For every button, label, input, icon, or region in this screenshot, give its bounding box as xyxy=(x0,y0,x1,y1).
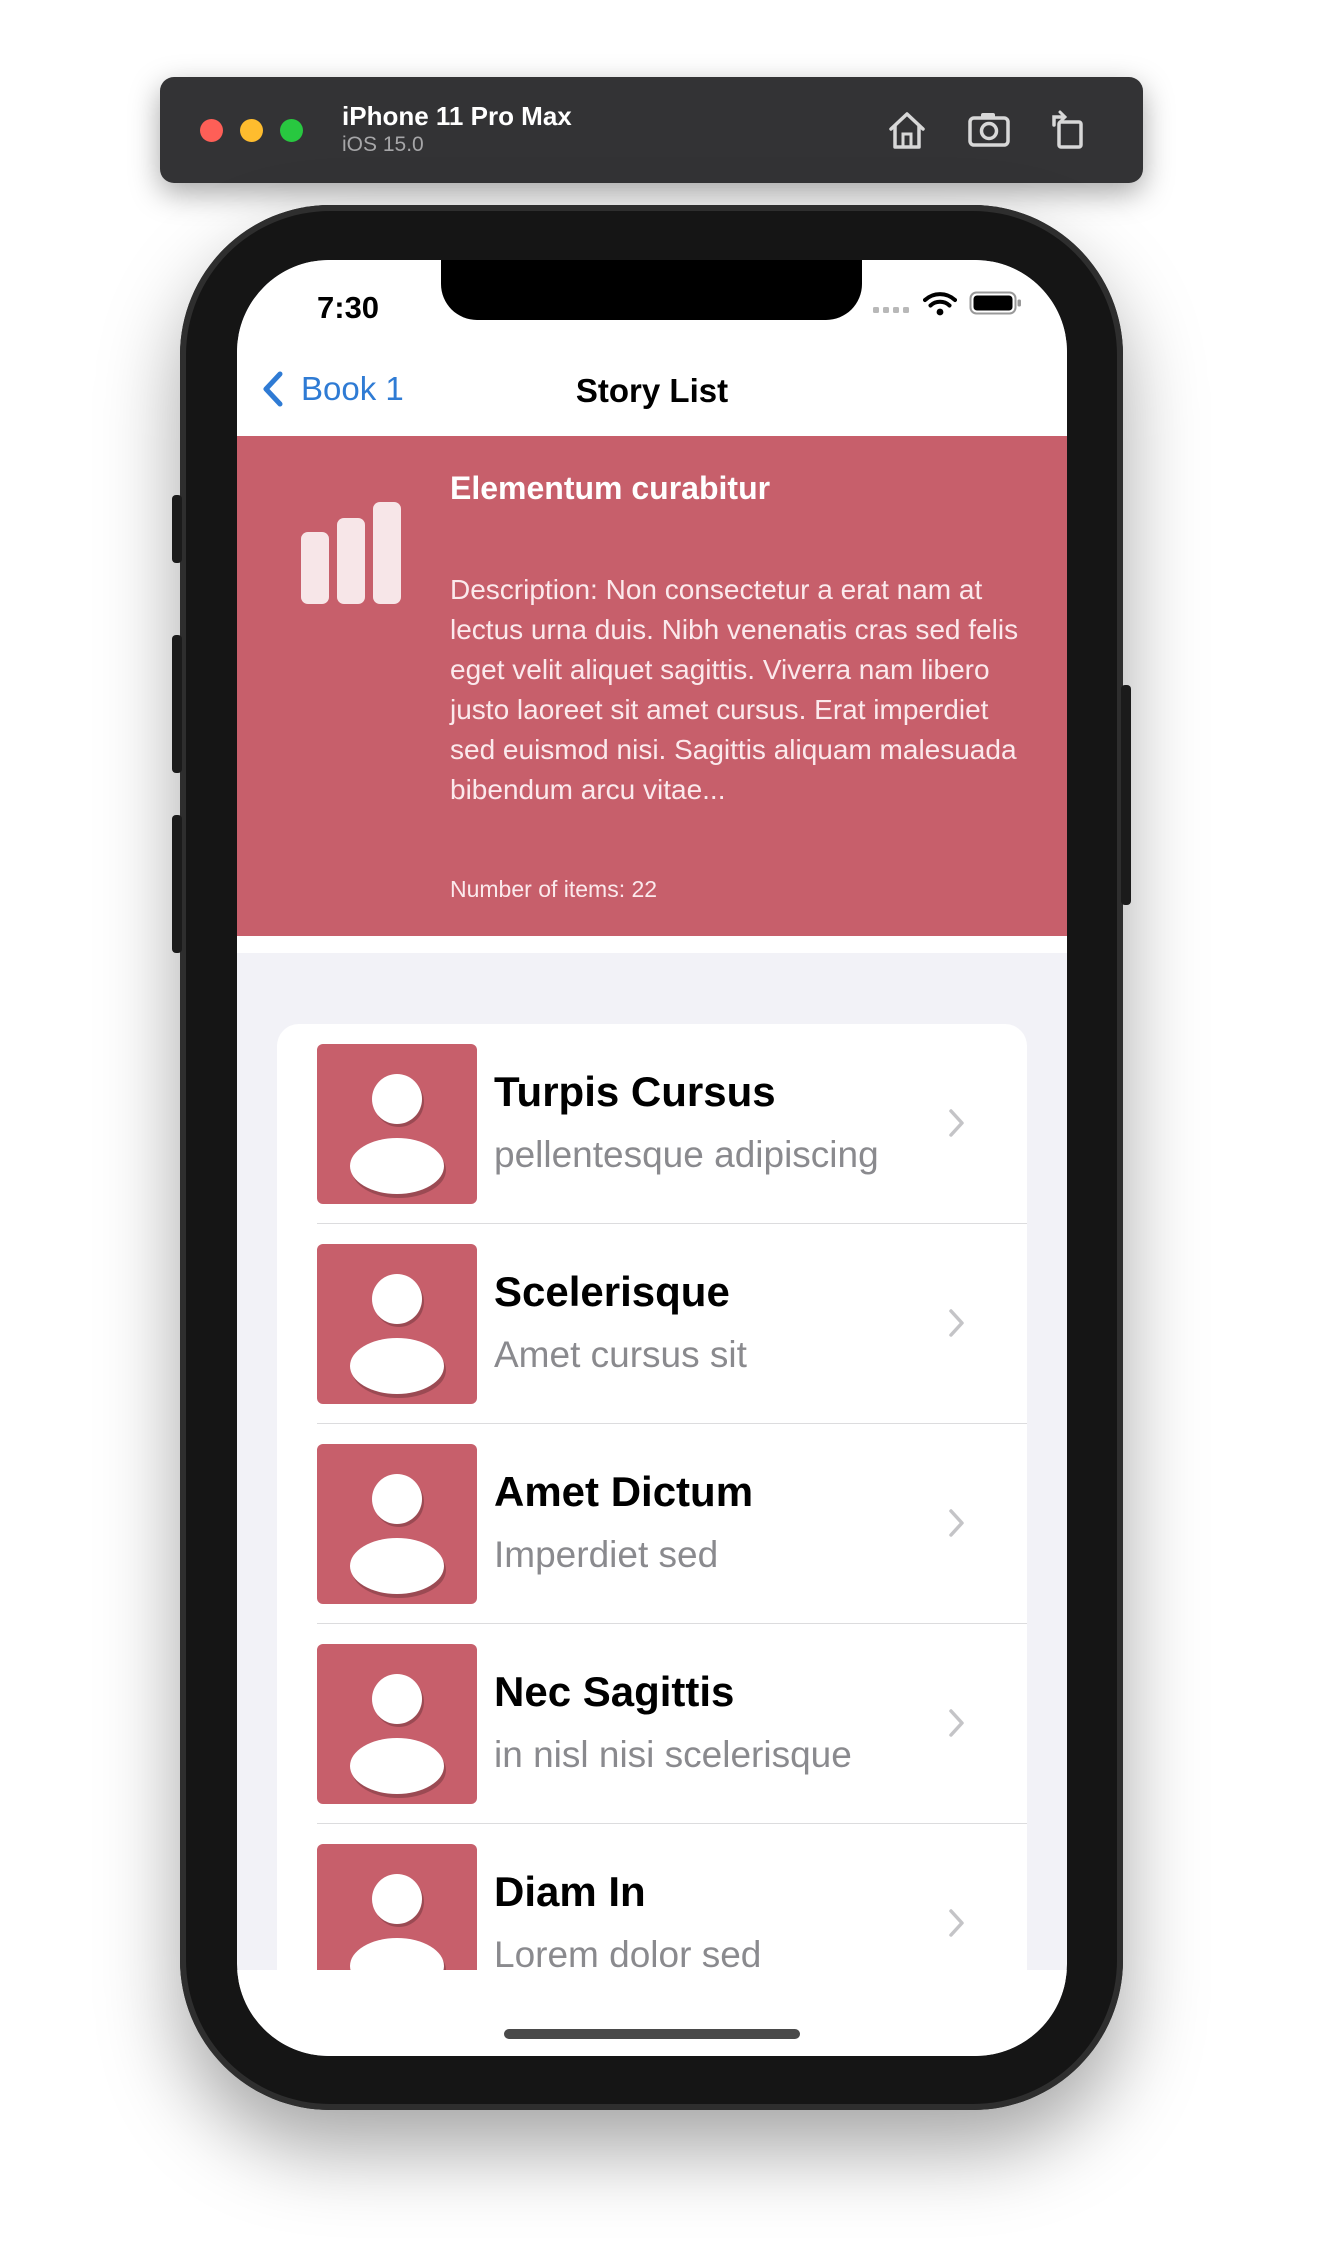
story-title: Turpis Cursus xyxy=(494,1068,776,1115)
page-title: Story List xyxy=(575,372,729,409)
summary-title: Elementum curabitur xyxy=(450,470,771,506)
person-icon xyxy=(350,1674,446,1798)
chevron-right-icon xyxy=(949,1909,964,1937)
person-icon xyxy=(350,1274,446,1398)
person-icon xyxy=(350,1074,446,1198)
avatar xyxy=(317,1644,477,1804)
power-button xyxy=(1121,685,1131,905)
volume-up-button xyxy=(172,635,182,773)
section-divider xyxy=(237,936,1067,953)
story-subtitle: pellentesque adipiscing xyxy=(494,1134,879,1175)
wifi-icon xyxy=(923,292,957,316)
simulator-device-name: iPhone 11 Pro Max xyxy=(342,101,572,131)
simulator-title-bar: iPhone 11 Pro Max iOS 15.0 xyxy=(160,77,1143,183)
notch xyxy=(441,260,862,320)
screenshot-icon[interactable] xyxy=(964,105,1014,155)
story-title: Amet Dictum xyxy=(494,1468,754,1515)
item-count: Number of items: 22 xyxy=(450,876,658,902)
status-time: 7:30 xyxy=(317,290,380,325)
home-indicator-area xyxy=(237,1970,1067,2056)
story-subtitle: Imperdiet sed xyxy=(494,1534,719,1575)
chevron-right-icon xyxy=(949,1709,964,1737)
avatar xyxy=(317,1244,477,1404)
mute-switch xyxy=(172,495,182,563)
minimize-window-button[interactable] xyxy=(240,119,263,142)
bar-chart-icon xyxy=(301,502,401,604)
avatar xyxy=(317,1444,477,1604)
list-item[interactable]: Scelerisque Amet cursus sit xyxy=(277,1224,1027,1424)
signal-icon xyxy=(873,307,909,313)
home-indicator[interactable] xyxy=(504,2029,800,2039)
avatar xyxy=(317,1044,477,1204)
home-icon[interactable] xyxy=(882,105,932,155)
chevron-right-icon xyxy=(949,1109,964,1137)
book-summary-card: Elementum curabitur Description: Non con… xyxy=(237,436,1067,936)
story-title: Nec Sagittis xyxy=(494,1668,735,1715)
battery-icon xyxy=(969,291,1021,315)
zoom-window-button[interactable] xyxy=(280,119,303,142)
list-item[interactable]: Turpis Cursus pellentesque adipiscing xyxy=(277,1024,1027,1224)
chevron-right-icon xyxy=(949,1309,964,1337)
person-icon xyxy=(350,1474,446,1598)
phone-screen: 7:30 Book 1 Story List Elementum curabit… xyxy=(237,260,1067,2056)
rotate-icon[interactable] xyxy=(1044,105,1094,155)
list-item[interactable]: Nec Sagittis in nisl nisi scelerisque xyxy=(277,1624,1027,1824)
story-list: Turpis Cursus pellentesque adipiscing Sc… xyxy=(277,1024,1027,2024)
simulator-os-version: iOS 15.0 xyxy=(342,133,424,156)
chevron-right-icon xyxy=(949,1509,964,1537)
story-subtitle: Amet cursus sit xyxy=(494,1334,747,1375)
summary-description: Description: Non consectetur a erat nam … xyxy=(450,574,1019,805)
volume-down-button xyxy=(172,815,182,953)
story-title: Diam In xyxy=(494,1868,646,1915)
close-window-button[interactable] xyxy=(200,119,223,142)
list-item[interactable]: Amet Dictum Imperdiet sed xyxy=(277,1424,1027,1624)
story-title: Scelerisque xyxy=(494,1268,730,1315)
story-subtitle: in nisl nisi scelerisque xyxy=(494,1734,852,1775)
